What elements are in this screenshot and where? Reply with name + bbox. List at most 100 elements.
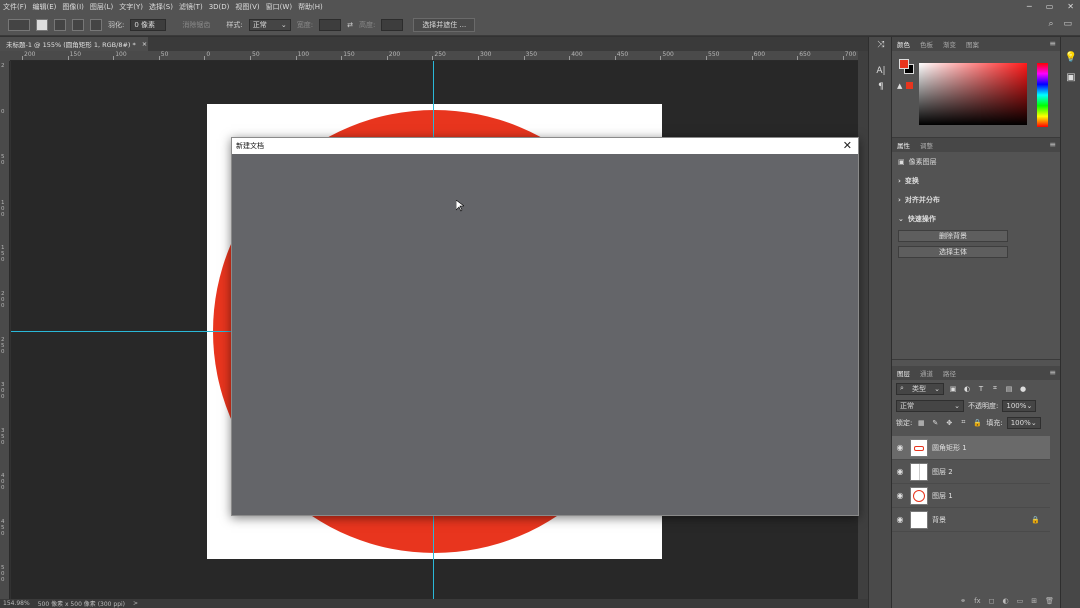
menu-edit[interactable]: 编辑(E) — [30, 2, 60, 12]
filter-toggle-icon[interactable]: ● — [1018, 385, 1028, 393]
tab-adjustments[interactable]: 调整 — [920, 140, 933, 150]
tab-layers[interactable]: 图层 — [897, 368, 910, 378]
height-input[interactable] — [381, 18, 404, 31]
filter-pixel-icon[interactable]: ▣ — [948, 385, 958, 393]
blend-mode-select[interactable]: 正常 ⌄ — [896, 399, 964, 412]
menu-image[interactable]: 图像(I) — [59, 2, 87, 12]
libraries-icon[interactable]: ▣ — [1061, 67, 1080, 87]
close-window-icon[interactable]: ✕ — [1067, 2, 1074, 11]
add-mask-icon[interactable]: ◻ — [989, 597, 995, 605]
tab-color[interactable]: 颜色 — [897, 39, 910, 49]
gamut-warning-icon[interactable]: ▲ — [897, 82, 902, 90]
history-icon[interactable]: ⤨ — [869, 37, 893, 53]
layer-row[interactable]: ◉ 图层 1 — [892, 484, 1050, 508]
close-tab-icon[interactable]: × — [142, 40, 147, 48]
filter-smart-icon[interactable]: ▤ — [1004, 385, 1014, 393]
tab-swatches[interactable]: 色板 — [920, 39, 933, 49]
search-icon[interactable]: ⌕ — [1048, 19, 1053, 29]
fill-value: 100% — [1010, 418, 1031, 427]
delete-layer-icon[interactable]: 🗑 — [1045, 597, 1054, 605]
menu-window[interactable]: 窗口(W) — [263, 2, 295, 12]
layer-row[interactable]: ◉ 图层 2 — [892, 460, 1050, 484]
menu-file[interactable]: 文件(F) — [0, 2, 30, 12]
workspace-icon[interactable]: ▭ — [1063, 19, 1072, 29]
document-tab[interactable]: 未标题-1 @ 155% (圆角矩形 1, RGB/8#) * × — [0, 37, 148, 51]
link-layers-icon[interactable]: ⚭ — [960, 597, 966, 605]
eye-icon[interactable]: ◉ — [892, 467, 908, 476]
section-align[interactable]: › 对齐并分布 — [892, 190, 1060, 209]
menu-filter[interactable]: 滤镜(T) — [176, 2, 206, 12]
tab-patterns[interactable]: 图案 — [966, 39, 979, 49]
add-selection-icon[interactable] — [54, 18, 66, 31]
tab-properties[interactable]: 属性 — [897, 140, 910, 150]
style-select[interactable]: 正常 ⌄ — [248, 18, 291, 31]
dialog-close-icon[interactable]: ✕ — [843, 139, 852, 152]
status-arrow-icon[interactable]: > — [133, 600, 138, 607]
remove-background-button[interactable]: 删除背景 — [898, 230, 1008, 242]
new-group-icon[interactable]: ▭ — [1017, 597, 1024, 605]
minimize-icon[interactable]: ─ — [1027, 2, 1032, 11]
layer-name[interactable]: 背景 — [932, 515, 946, 525]
eye-icon[interactable]: ◉ — [892, 515, 908, 524]
ruler-tick-mark — [797, 56, 799, 60]
hue-slider[interactable] — [1037, 63, 1048, 127]
tab-channels[interactable]: 通道 — [920, 368, 933, 378]
fx-icon[interactable]: fx — [974, 597, 981, 605]
learn-icon[interactable]: 💡 — [1061, 47, 1080, 67]
filter-shape-icon[interactable]: ⌗ — [990, 384, 1000, 393]
lock-position-icon[interactable]: ✥ — [944, 419, 954, 427]
tab-paths[interactable]: 路径 — [943, 368, 956, 378]
gamut-warning-swatch[interactable] — [906, 82, 913, 89]
panel-menu-icon[interactable]: ≡ — [1049, 39, 1056, 48]
lock-transparent-icon[interactable]: ▦ — [916, 419, 926, 427]
layer-row[interactable]: ◉ 背景 🔒 — [892, 508, 1050, 532]
eye-icon[interactable]: ◉ — [892, 491, 908, 500]
width-input[interactable] — [319, 18, 342, 31]
panel-menu-icon[interactable]: ≡ — [1049, 368, 1056, 377]
filter-type-icon[interactable]: T — [976, 385, 986, 393]
layer-row[interactable]: ◉ 圆角矩形 1 — [892, 436, 1050, 460]
swap-icon[interactable]: ⇄ — [347, 21, 353, 29]
marquee-tool-preset-icon[interactable] — [8, 18, 30, 31]
select-subject-button[interactable]: 选择主体 — [898, 246, 1008, 258]
menu-layer[interactable]: 图层(L) — [87, 2, 116, 12]
antialias-checkbox[interactable]: 消除锯齿 — [182, 20, 210, 30]
lock-all-icon[interactable]: 🔒 — [972, 419, 982, 427]
paragraph-icon[interactable]: ¶ — [869, 79, 893, 95]
menu-help[interactable]: 帮助(H) — [295, 2, 326, 12]
section-transform[interactable]: › 变换 — [892, 171, 1060, 190]
panel-menu-icon[interactable]: ≡ — [1049, 140, 1056, 149]
lock-paint-icon[interactable]: ✎ — [930, 419, 940, 427]
zoom-level[interactable]: 154.98% — [3, 600, 30, 607]
opacity-input[interactable]: 100% ⌄ — [1002, 399, 1037, 412]
ruler-tick-label: 50 — [160, 51, 169, 58]
section-quick-actions[interactable]: ⌄ 快速操作 — [892, 209, 1060, 228]
width-label: 宽度: — [296, 20, 314, 29]
tab-gradients[interactable]: 渐变 — [943, 39, 956, 49]
menu-type[interactable]: 文字(Y) — [116, 2, 146, 12]
fill-input[interactable]: 100% ⌄ — [1006, 416, 1041, 429]
adjustment-layer-icon[interactable]: ◐ — [1003, 597, 1009, 605]
layer-name[interactable]: 图层 1 — [932, 491, 953, 501]
lock-artboard-icon[interactable]: ⌗ — [958, 418, 968, 427]
select-and-mask-button[interactable]: 选择并遮住 ... — [413, 17, 476, 32]
subtract-selection-icon[interactable] — [72, 18, 84, 31]
feather-input[interactable]: 0 像素 — [130, 18, 167, 31]
eye-icon[interactable]: ◉ — [892, 443, 908, 452]
character-icon[interactable]: A| — [869, 63, 893, 79]
layer-filter-select[interactable]: ⌕ 类型 ⌄ — [896, 382, 944, 395]
new-layer-icon[interactable]: ⊞ — [1031, 597, 1037, 605]
foreground-color-swatch[interactable] — [899, 59, 909, 69]
maximize-icon[interactable]: ▭ — [1046, 2, 1054, 11]
right-icon-strip: 💡 ▣ — [1060, 37, 1080, 608]
new-selection-icon[interactable] — [36, 18, 48, 31]
menu-3d[interactable]: 3D(D) — [206, 3, 233, 11]
layer-name[interactable]: 圆角矩形 1 — [932, 443, 967, 453]
canvas-scrollbar[interactable] — [858, 51, 868, 599]
filter-adjustment-icon[interactable]: ◐ — [962, 385, 972, 393]
menu-select[interactable]: 选择(S) — [146, 2, 176, 12]
color-picker-field[interactable] — [919, 63, 1027, 125]
intersect-selection-icon[interactable] — [90, 18, 102, 31]
menu-view[interactable]: 视图(V) — [232, 2, 262, 12]
layer-name[interactable]: 图层 2 — [932, 467, 953, 477]
